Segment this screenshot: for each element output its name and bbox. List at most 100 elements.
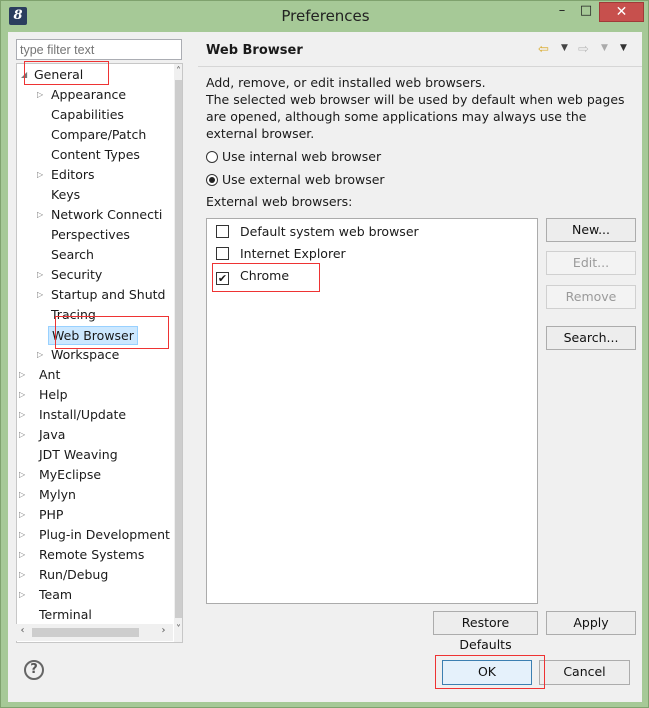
horizontal-scroll-thumb[interactable] [32,628,139,637]
expanded-triangle-icon[interactable]: ◢ [21,65,31,85]
remove-button[interactable]: Remove [546,285,636,309]
checkbox-icon[interactable] [216,247,229,260]
radio-button-icon[interactable] [206,151,218,163]
collapsed-triangle-icon[interactable]: ▷ [37,345,47,365]
collapsed-triangle-icon[interactable]: ▷ [19,485,29,505]
tree-item-web-browser[interactable]: Web Browser [37,325,173,345]
checked-checkbox-icon[interactable]: ✔ [216,272,229,285]
forward-arrow-icon[interactable]: ⇨ [578,42,589,57]
radio-button-icon[interactable] [206,174,218,186]
title-bar[interactable]: 8 Preferences – □ ✕ [1,1,648,32]
vertical-scrollbar[interactable]: ˄ ˅ [174,64,182,642]
tree-item-install-update[interactable]: ▷ Install/Update [19,405,173,425]
collapsed-triangle-icon[interactable]: ▷ [19,365,29,385]
tree-item-label: Help [39,387,68,402]
tree-item-jdt-weaving[interactable]: JDT Weaving [19,445,173,465]
tree-item-label: Plug-in Development [39,527,170,542]
collapsed-triangle-icon[interactable]: ▷ [37,205,47,225]
collapsed-triangle-icon[interactable]: ▷ [19,585,29,605]
collapsed-triangle-icon[interactable]: ▷ [19,565,29,585]
collapsed-triangle-icon[interactable]: ▷ [19,385,29,405]
maximize-button[interactable]: □ [574,2,598,22]
tree-item-myeclipse[interactable]: ▷ MyEclipse [19,465,173,485]
scroll-left-icon[interactable]: ‹ [18,625,27,636]
collapsed-triangle-icon[interactable]: ▷ [19,465,29,485]
close-button[interactable]: ✕ [599,2,644,22]
preference-tree[interactable]: ◢ General ▷ Appearance Capabilities Compare… [16,63,183,643]
tree-item-mylyn[interactable]: ▷ Mylyn [19,485,173,505]
scroll-up-icon[interactable]: ˄ [174,66,182,77]
radio-label-internal: Use internal web browser [222,149,382,164]
tree-item-plug-in-development[interactable]: ▷ Plug-in Development [19,525,173,545]
browser-list-item[interactable]: Default system web browser [216,223,419,241]
tree-item-help[interactable]: ▷ Help [19,385,173,405]
back-arrow-icon[interactable]: ⇦ [538,42,549,57]
checkbox-icon[interactable] [216,225,229,238]
minimize-button[interactable]: – [550,2,574,22]
tree-item-java[interactable]: ▷ Java [19,425,173,445]
tree-item-ant[interactable]: ▷ Ant [19,365,173,385]
tree-item-tracing[interactable]: Tracing [37,305,173,325]
tree-item-general[interactable]: ◢ General [19,65,169,85]
tree-item-php[interactable]: ▷ PHP [19,505,173,525]
tree-item-team[interactable]: ▷ Team [19,585,173,605]
tree-item-label: Appearance [51,87,127,102]
tree-item-startup-and-shutd[interactable]: ▷ Startup and Shutd [37,285,173,305]
tree-item-capabilities[interactable]: Capabilities [37,105,173,125]
apply-button[interactable]: Apply [546,611,636,635]
tree-item-search[interactable]: Search [37,245,173,265]
ok-button[interactable]: OK [442,660,532,685]
tree-item-label: Mylyn [39,487,76,502]
tree-item-label: Team [39,587,73,602]
collapsed-triangle-icon[interactable]: ▷ [19,425,29,445]
scroll-right-icon[interactable]: › [159,625,168,636]
tree-item-security[interactable]: ▷ Security [37,265,173,285]
cancel-button[interactable]: Cancel [539,660,630,685]
tree-item-terminal[interactable]: Terminal [19,605,173,625]
forward-dropdown-icon[interactable]: ▼ [601,43,608,53]
tree-item-remote-systems[interactable]: ▷ Remote Systems [19,545,173,565]
tree-item-run-debug[interactable]: ▷ Run/Debug [19,565,173,585]
tree-item-content-types[interactable]: Content Types [37,145,173,165]
radio-internal-browser[interactable]: Use internal web browser [206,149,381,165]
tree-item-network-connecti[interactable]: ▷ Network Connecti [37,205,173,225]
collapsed-triangle-icon[interactable]: ▷ [19,525,29,545]
tree-item-label: Run/Debug [39,567,109,582]
tree-item-compare-patch[interactable]: Compare/Patch [37,125,173,145]
horizontal-scrollbar[interactable]: ‹ › [16,624,173,641]
vertical-scroll-thumb[interactable] [175,80,182,618]
collapsed-triangle-icon[interactable]: ▷ [37,165,47,185]
tree-item-label: Perspectives [51,227,130,242]
collapsed-triangle-icon[interactable]: ▷ [19,545,29,565]
browser-list-item[interactable]: Internet Explorer [216,245,346,263]
browser-list[interactable]: Default system web browser Internet Explo… [206,218,538,604]
tree-item-label: Web Browser [48,326,138,345]
collapsed-triangle-icon[interactable]: ▷ [37,285,47,305]
tree-item-keys[interactable]: Keys [37,185,173,205]
collapsed-triangle-icon[interactable]: ▷ [37,265,47,285]
tree-item-label: Remote Systems [39,547,145,562]
tree-item-appearance[interactable]: ▷ Appearance [37,85,173,105]
new-button[interactable]: New... [546,218,636,242]
search-button[interactable]: Search... [546,326,636,350]
radio-external-browser[interactable]: Use external web browser [206,172,385,188]
collapsed-triangle-icon[interactable]: ▷ [19,505,29,525]
back-dropdown-icon[interactable]: ▼ [561,43,568,53]
tree-item-perspectives[interactable]: Perspectives [37,225,173,245]
collapsed-triangle-icon[interactable]: ▷ [19,405,29,425]
tree-item-workspace[interactable]: ▷ Workspace [37,345,173,365]
restore-defaults-button[interactable]: Restore Defaults [433,611,538,652]
scroll-down-icon[interactable]: ˅ [174,624,182,635]
tree-item-label: Security [51,267,103,282]
view-menu-icon[interactable]: ▼ [620,43,627,53]
filter-input[interactable] [16,39,182,60]
tree-item-editors[interactable]: ▷ Editors [37,165,173,185]
edit-button[interactable]: Edit... [546,251,636,275]
tree-item-label: General [34,67,84,82]
collapsed-triangle-icon[interactable]: ▷ [37,85,47,105]
tree-item-label: Tracing [51,307,96,322]
description-text: Add, remove, or edit installed web brows… [206,75,625,141]
help-icon[interactable]: ? [24,660,44,680]
browser-list-item[interactable]: ✔ Chrome [216,267,289,285]
page-description: Add, remove, or edit installed web brows… [206,74,631,142]
